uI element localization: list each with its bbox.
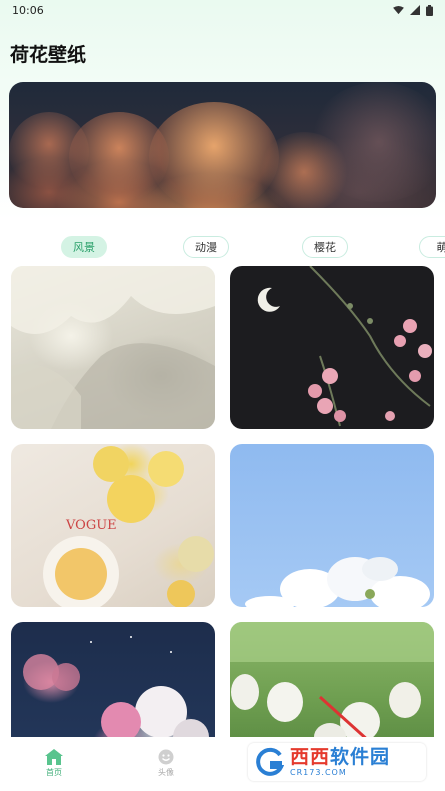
tulips-image bbox=[230, 622, 434, 751]
tab-cute[interactable]: 萌 bbox=[419, 236, 445, 258]
nav-avatar[interactable]: 头像 bbox=[146, 749, 186, 778]
banner-image[interactable] bbox=[9, 82, 436, 208]
nav-avatar-label: 头像 bbox=[158, 768, 174, 777]
watermark-logo: 西西软件园 CR173.COM bbox=[248, 743, 426, 781]
night-blossom-image bbox=[257, 266, 432, 427]
wallpaper-thumbnail[interactable] bbox=[230, 444, 434, 607]
battery-icon bbox=[426, 4, 433, 16]
status-bar: 10:06 bbox=[0, 0, 445, 20]
tab-sakura[interactable]: 樱花 bbox=[302, 236, 348, 258]
wifi-icon bbox=[393, 5, 404, 14]
status-time: 10:06 bbox=[12, 3, 44, 17]
wallpaper-thumbnail[interactable] bbox=[11, 266, 215, 429]
tab-scenery[interactable]: 风景 bbox=[61, 236, 107, 258]
smiley-icon bbox=[158, 749, 174, 765]
nav-home-label: 首页 bbox=[46, 768, 62, 777]
rock-texture-image bbox=[11, 266, 215, 429]
watermark-main-1: 西西 bbox=[290, 745, 331, 768]
logo-g-icon bbox=[256, 747, 284, 776]
category-tabs: 风景 动漫 樱花 萌 bbox=[0, 236, 445, 260]
svg-text:VOGUE: VOGUE bbox=[65, 518, 117, 533]
app-title: 荷花壁纸 bbox=[10, 44, 87, 66]
watermark-sub: CR173.COM bbox=[290, 767, 347, 777]
signal-icon bbox=[410, 5, 420, 15]
tab-anime[interactable]: 动漫 bbox=[183, 236, 229, 258]
watermark-main-2: 软件园 bbox=[330, 745, 391, 768]
status-icons bbox=[393, 4, 433, 16]
wallpaper-thumbnail[interactable]: VOGUE bbox=[11, 444, 215, 607]
white-flowers-image bbox=[245, 557, 430, 607]
wallpaper-thumbnail[interactable] bbox=[230, 622, 434, 752]
home-icon bbox=[45, 749, 63, 765]
wallpaper-thumbnail[interactable] bbox=[11, 622, 215, 752]
night-roses-image bbox=[23, 636, 209, 752]
wallpaper-thumbnail[interactable] bbox=[230, 266, 434, 429]
nav-home[interactable]: 首页 bbox=[34, 749, 74, 778]
roses-tea-image: VOGUE bbox=[43, 446, 214, 607]
